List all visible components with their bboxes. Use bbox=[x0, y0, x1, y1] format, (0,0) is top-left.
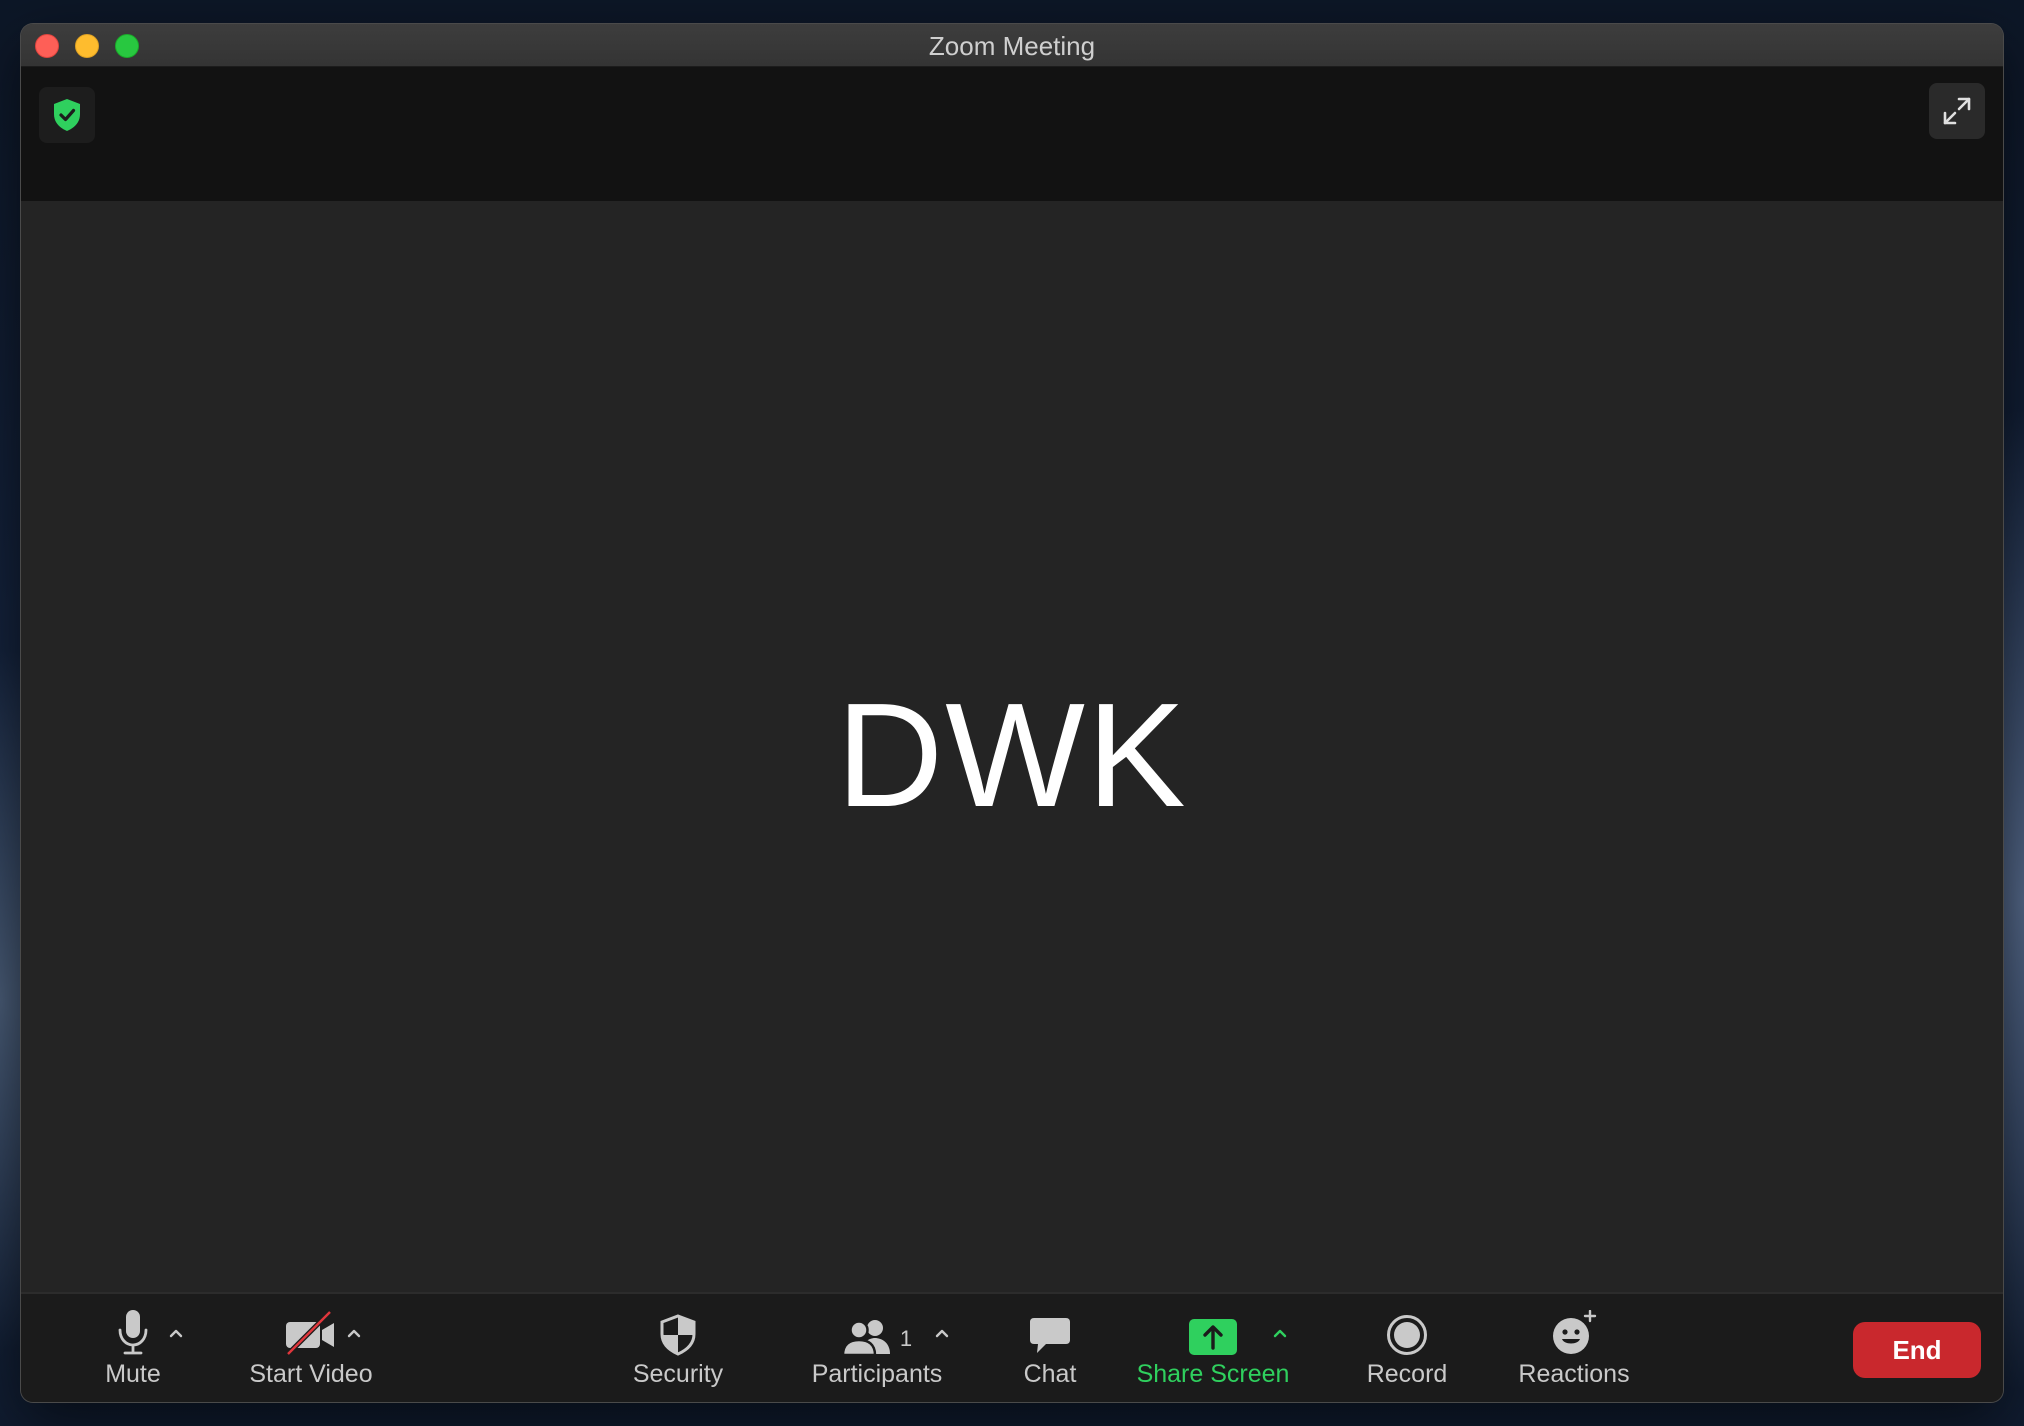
share-screen-label: Share Screen bbox=[1136, 1360, 1290, 1388]
chat-label: Chat bbox=[1023, 1360, 1077, 1388]
participants-options-caret[interactable] bbox=[931, 1322, 953, 1344]
participant-initials: DWK bbox=[836, 673, 1188, 838]
security-label: Security bbox=[632, 1360, 724, 1388]
window-title: Zoom Meeting bbox=[928, 31, 1096, 61]
meeting-top-bar bbox=[21, 67, 2003, 201]
chevron-up-icon bbox=[935, 1329, 949, 1338]
meeting-toolbar: Mute Start Video Security 1 Participants… bbox=[21, 1292, 2003, 1402]
microphone-icon bbox=[118, 1310, 148, 1355]
end-meeting-button[interactable]: End bbox=[1853, 1322, 1981, 1378]
emoji-plus-icon bbox=[1553, 1310, 1597, 1354]
record-label: Record bbox=[1366, 1360, 1448, 1388]
participants-button[interactable]: 1 Participants bbox=[789, 1294, 965, 1402]
share-options-caret[interactable] bbox=[1269, 1322, 1291, 1344]
participants-label: Participants bbox=[811, 1360, 943, 1388]
start-video-button[interactable]: Start Video bbox=[221, 1294, 401, 1402]
people-icon bbox=[841, 1320, 890, 1356]
shield-icon bbox=[660, 1314, 696, 1356]
share-screen-button[interactable]: Share Screen bbox=[1133, 1294, 1293, 1402]
title-bar[interactable]: Zoom Meeting bbox=[21, 24, 2003, 67]
record-icon bbox=[1387, 1315, 1427, 1355]
mute-label: Mute bbox=[105, 1360, 161, 1388]
zoom-window: Zoom Meeting DWK Mute Start Video Securi… bbox=[21, 24, 2003, 1402]
encryption-info-button[interactable] bbox=[39, 87, 95, 143]
start-video-label: Start Video bbox=[249, 1360, 373, 1388]
chevron-up-icon bbox=[169, 1329, 183, 1338]
participants-count: 1 bbox=[899, 1326, 913, 1351]
record-button[interactable]: Record bbox=[1347, 1294, 1467, 1402]
reactions-button[interactable]: Reactions bbox=[1509, 1294, 1639, 1402]
shield-check-icon bbox=[54, 99, 80, 131]
security-button[interactable]: Security bbox=[613, 1294, 743, 1402]
reactions-label: Reactions bbox=[1518, 1360, 1630, 1388]
chat-bubble-icon bbox=[1030, 1318, 1070, 1353]
expand-icon bbox=[1943, 97, 1971, 125]
share-screen-icon bbox=[1189, 1319, 1237, 1355]
video-off-icon bbox=[286, 1310, 334, 1356]
chevron-up-icon bbox=[1273, 1329, 1287, 1338]
fullscreen-button[interactable] bbox=[1929, 83, 1985, 139]
chat-button[interactable]: Chat bbox=[1005, 1294, 1095, 1402]
video-stage: DWK bbox=[21, 201, 2003, 1315]
audio-options-caret[interactable] bbox=[165, 1322, 187, 1344]
chevron-up-icon bbox=[347, 1329, 361, 1338]
mute-button[interactable]: Mute bbox=[73, 1294, 193, 1402]
video-options-caret[interactable] bbox=[343, 1322, 365, 1344]
